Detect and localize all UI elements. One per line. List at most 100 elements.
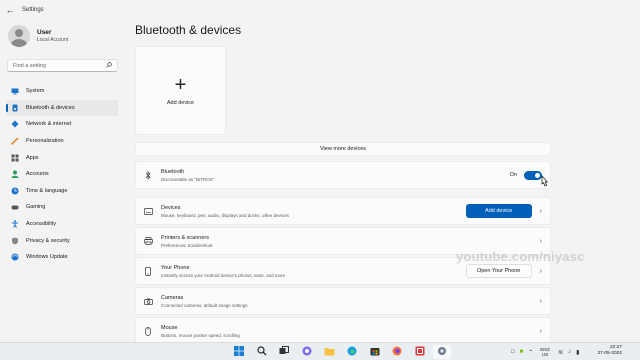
accessibility-icon: [11, 220, 19, 228]
apps-icon: [11, 154, 19, 162]
chevron-right-icon: ›: [539, 207, 542, 215]
sidebar-item-label: Privacy & security: [26, 237, 70, 244]
devices-title: Devices: [161, 204, 181, 211]
cameras-row[interactable]: Cameras Connected cameras, default image…: [135, 287, 551, 315]
file-explorer-button[interactable]: [320, 345, 338, 359]
bluetooth-icon: [136, 170, 160, 180]
system-tray: □ ■ ⌃ ENG US ≋ ♪ ▮: [511, 343, 584, 360]
your-phone-title: Your Phone: [161, 264, 190, 271]
view-more-devices-button[interactable]: View more devices: [135, 142, 551, 156]
title-bar: ← Settings: [0, 0, 640, 20]
sidebar-item-system[interactable]: System: [6, 83, 118, 100]
sidebar-item-accessibility[interactable]: Accessibility: [6, 216, 118, 233]
language-indicator[interactable]: ENG US: [540, 347, 550, 357]
user-profile[interactable]: User Local Account: [8, 25, 68, 47]
window-title: Settings: [22, 7, 44, 13]
system-icon: [11, 87, 19, 95]
printers-subtitle: Preferences, troubleshoot: [161, 242, 213, 248]
clock-date: 27-05-2022: [597, 351, 622, 356]
sidebar-item-privacy[interactable]: Privacy & security: [6, 232, 118, 249]
search-input[interactable]: Find a setting: [7, 59, 118, 72]
your-phone-subtitle: Instantly access your Android device's p…: [161, 272, 286, 278]
chevron-right-icon: ›: [539, 267, 542, 275]
sidebar-item-windows-update[interactable]: Windows Update: [6, 249, 118, 266]
sidebar-item-label: Accounts: [26, 171, 49, 178]
sidebar-item-label: Time & language: [26, 187, 68, 194]
sidebar: User Local Account Find a setting System…: [0, 20, 128, 342]
firefox-icon: [392, 343, 402, 360]
nvidia-icon[interactable]: ■: [520, 349, 524, 355]
account-type: Local Account: [37, 37, 69, 43]
search-placeholder: Find a setting: [13, 62, 47, 69]
volume-icon[interactable]: ♪: [568, 349, 571, 355]
mouse-title: Mouse: [161, 324, 178, 331]
phone-link-icon[interactable]: □: [511, 349, 515, 355]
chat-icon: [302, 343, 312, 360]
firefox-button[interactable]: [388, 345, 406, 359]
chevron-up-icon[interactable]: ⌃: [528, 349, 533, 356]
sidebar-item-personalization[interactable]: Personalization: [6, 133, 118, 150]
settings-button[interactable]: [433, 343, 452, 360]
sidebar-item-network[interactable]: Network & internet: [6, 116, 118, 133]
mouse-icon: [136, 326, 160, 336]
devices-subtitle: Mouse, keyboard, pen, audio, displays an…: [161, 212, 289, 218]
bluetooth-icon: [11, 104, 19, 112]
sidebar-item-gaming[interactable]: Gaming: [6, 199, 118, 216]
search-icon: [256, 343, 267, 360]
edge-button[interactable]: [343, 345, 361, 359]
cameras-subtitle: Connected cameras, default image setting…: [161, 302, 248, 308]
devices-row[interactable]: Devices Mouse, keyboard, pen, audio, dis…: [135, 197, 551, 225]
globe-clock-icon: [11, 187, 19, 195]
main-content: Bluetooth & devices + Add device View mo…: [135, 20, 551, 345]
bluetooth-row: Bluetooth Discoverable as “NITROS” On: [135, 161, 551, 189]
plus-icon: +: [174, 73, 187, 96]
red-app-button[interactable]: [411, 345, 429, 359]
phone-icon: [136, 266, 160, 276]
task-view-button[interactable]: [275, 345, 293, 359]
cameras-title: Cameras: [161, 294, 184, 301]
battery-icon[interactable]: ▮: [576, 349, 579, 356]
sidebar-item-label: Windows Update: [26, 254, 68, 261]
wifi-icon[interactable]: ≋: [558, 349, 563, 356]
add-device-button[interactable]: Add device: [465, 204, 532, 218]
start-button[interactable]: [230, 345, 248, 359]
sidebar-item-label: Apps: [26, 154, 39, 161]
network-icon: [11, 120, 19, 128]
open-your-phone-button[interactable]: Open Your Phone: [465, 264, 532, 278]
printer-icon: [136, 237, 160, 245]
taskbar-search-button[interactable]: [253, 345, 271, 359]
chevron-right-icon: ›: [539, 237, 542, 245]
sidebar-item-bluetooth[interactable]: Bluetooth & devices: [6, 99, 118, 117]
sidebar-item-label: Personalization: [26, 138, 64, 145]
brush-icon: [11, 137, 19, 145]
camera-icon: [136, 298, 160, 305]
bluetooth-title: Bluetooth: [161, 168, 185, 175]
watermark-text: youtube.com/niyasc: [456, 249, 585, 264]
shield-icon: [11, 237, 19, 245]
sidebar-item-label: Gaming: [26, 204, 46, 211]
sidebar-item-time-language[interactable]: Time & language: [6, 183, 118, 200]
mouse-row[interactable]: Mouse Buttons, mouse pointer speed, scro…: [135, 317, 551, 345]
windows-logo-icon: [234, 343, 244, 360]
sidebar-item-label: Accessibility: [26, 221, 56, 228]
sidebar-item-apps[interactable]: Apps: [6, 149, 118, 166]
chat-button[interactable]: [298, 345, 316, 359]
store-button[interactable]: [366, 345, 384, 359]
folder-icon: [324, 343, 335, 360]
clock[interactable]: 22:27 27-05-2022: [594, 345, 622, 357]
back-arrow-icon[interactable]: ←: [0, 0, 20, 20]
sidebar-item-accounts[interactable]: Accounts: [6, 166, 118, 183]
chevron-right-icon: ›: [539, 297, 542, 305]
gear-icon: [437, 343, 447, 360]
gamepad-icon: [11, 203, 19, 211]
user-name: User: [37, 29, 52, 36]
printers-title: Printers & scanners: [161, 234, 209, 241]
keyboard-icon: [136, 207, 160, 215]
search-icon: [106, 61, 112, 70]
mouse-subtitle: Buttons, mouse pointer speed, scrolling: [161, 332, 240, 338]
add-device-tile[interactable]: + Add device: [135, 46, 226, 135]
add-device-label: Add device: [166, 99, 195, 106]
red-app-icon: [415, 343, 425, 360]
store-icon: [370, 343, 380, 360]
language-line2: US: [542, 352, 549, 357]
